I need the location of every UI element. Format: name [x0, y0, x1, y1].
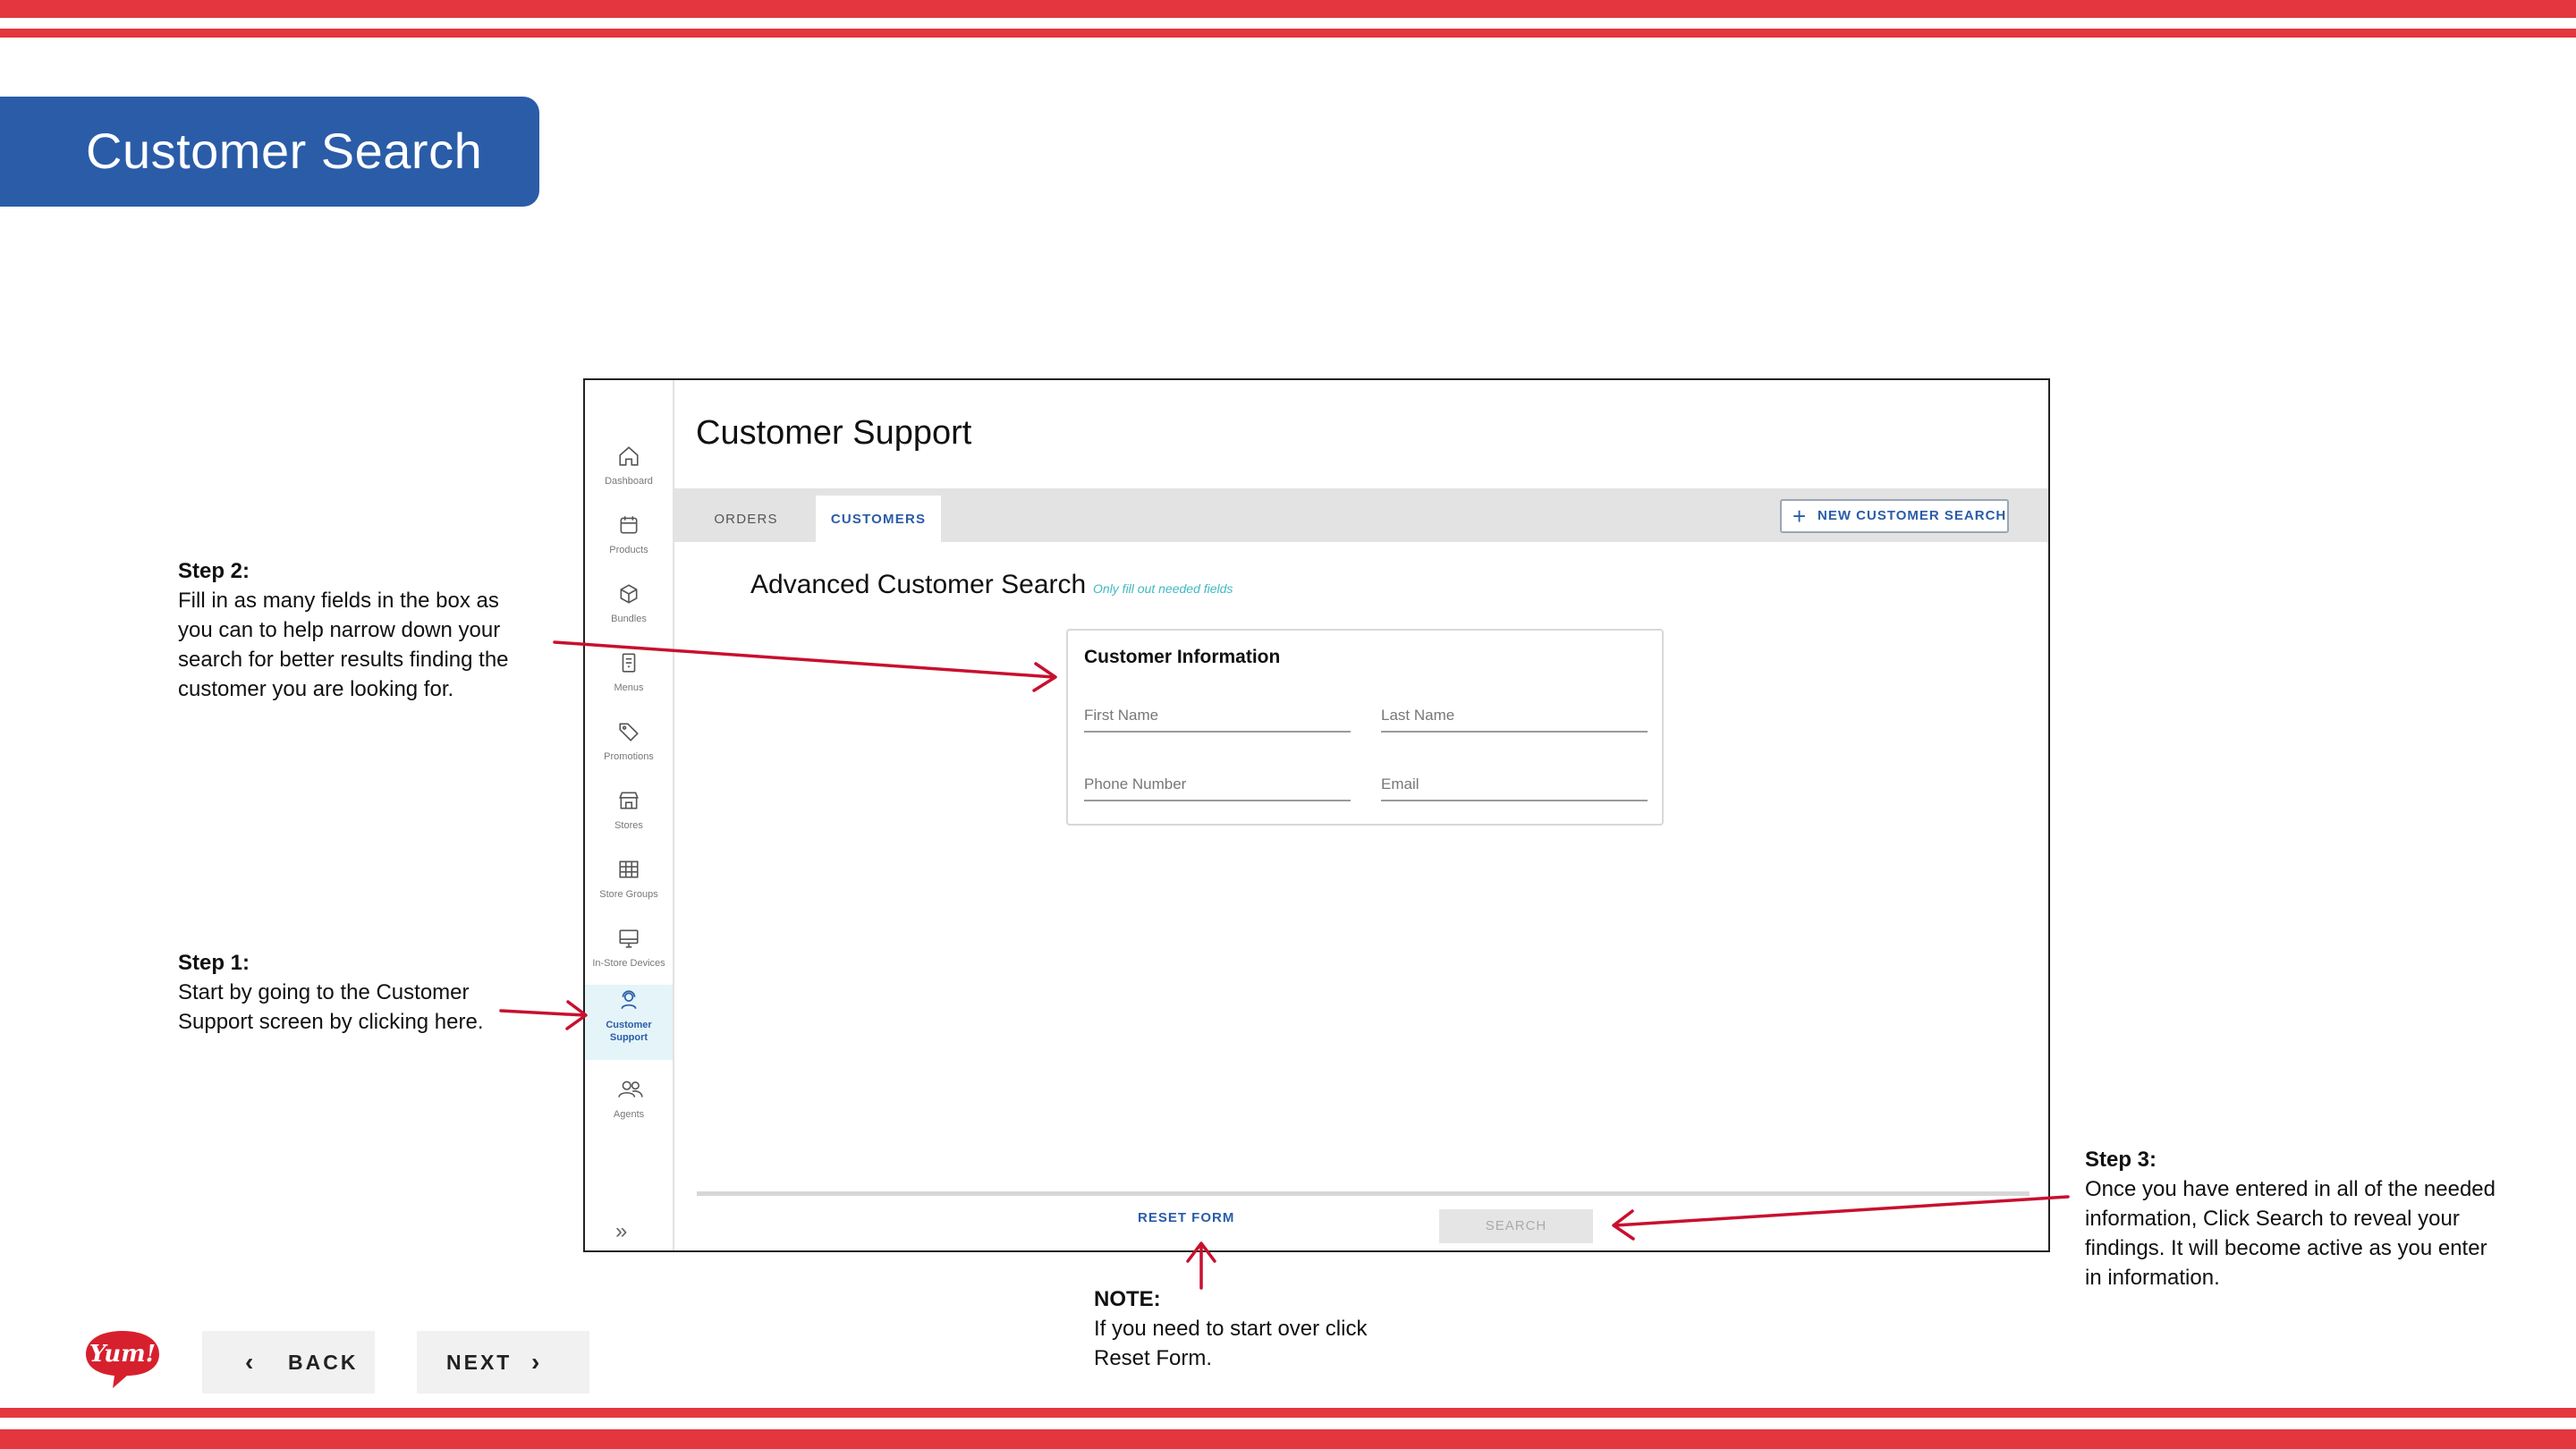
- back-button[interactable]: ‹ BACK: [202, 1331, 375, 1394]
- step3-arrow: [1612, 1195, 2070, 1241]
- annotation-arrows: [499, 640, 2070, 1290]
- chevron-left-icon: ‹: [245, 1348, 257, 1376]
- note-arrow: [1186, 1241, 1216, 1290]
- next-button[interactable]: NEXT ›: [417, 1331, 589, 1394]
- next-label: NEXT: [446, 1351, 513, 1374]
- chevron-right-icon: ›: [531, 1348, 543, 1376]
- yum-logo: Yum!: [86, 1331, 159, 1388]
- back-label: BACK: [288, 1351, 359, 1374]
- svg-text:Yum!: Yum!: [89, 1341, 156, 1368]
- step2-arrow: [553, 640, 1057, 692]
- step1-arrow: [499, 1000, 588, 1030]
